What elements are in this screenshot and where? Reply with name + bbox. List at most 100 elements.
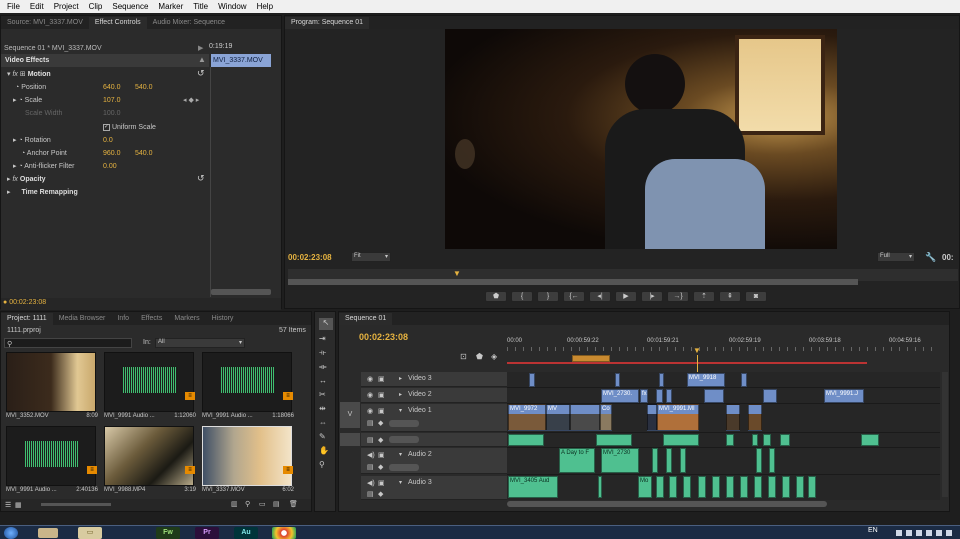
program-timecode[interactable]: 00:02:23:08 [288, 253, 332, 262]
timeline-clip[interactable] [726, 404, 740, 431]
expand-track-icon[interactable]: ▸ [399, 375, 402, 382]
audio-thumb[interactable] [6, 426, 96, 486]
antiflicker-value[interactable]: 0.00 [103, 160, 117, 173]
audio-thumb[interactable] [202, 352, 292, 412]
stopwatch-icon[interactable]: ◔ [21, 150, 25, 157]
keyframe-icon[interactable]: ◆ [378, 490, 383, 498]
audio-clip[interactable] [683, 476, 691, 498]
menu-clip[interactable]: Clip [84, 2, 108, 11]
audio-clip[interactable] [752, 434, 758, 446]
zoom-tool-icon[interactable]: ⚲ [319, 460, 325, 469]
in-dropdown[interactable]: All ▾ [155, 338, 245, 348]
project-item-thumb[interactable] [104, 426, 194, 486]
eye-icon[interactable]: ◉ [367, 391, 373, 399]
tab-audio-mixer[interactable]: Audio Mixer: Sequence [147, 17, 231, 29]
start-button-icon[interactable] [4, 527, 18, 539]
program-playhead-icon[interactable]: ▼ [453, 269, 461, 278]
timeline-clip[interactable]: MVI_2730. [601, 389, 639, 403]
audio-target-button[interactable] [340, 433, 360, 446]
play-icon[interactable]: ▶ [615, 291, 637, 302]
audio-clip[interactable] [726, 476, 734, 498]
timeline-clip[interactable] [529, 373, 535, 387]
extract-icon[interactable]: ⇞ [719, 291, 741, 302]
timeline-clip[interactable]: MVI_9918 [687, 373, 725, 387]
timeline-clip[interactable]: MVI_9991.MI [657, 404, 699, 431]
menu-file[interactable]: File [2, 2, 25, 11]
audio-clip[interactable] [698, 476, 706, 498]
list-view-icon[interactable]: ☰ [5, 501, 11, 509]
play-only-icon[interactable]: ▶ [198, 44, 206, 52]
go-to-out-icon[interactable]: →} [667, 291, 689, 302]
eye-icon[interactable]: ◉ [367, 375, 373, 383]
timeline-clip[interactable]: MVI_9972 [508, 404, 546, 431]
video-target-button[interactable]: V [340, 402, 360, 428]
eye-icon[interactable]: ◉ [367, 407, 373, 415]
playhead-icon[interactable]: ▼ [693, 346, 701, 355]
timeline-clip[interactable] [666, 389, 672, 403]
display-style-icon[interactable]: ▤ [367, 463, 374, 471]
keyframe-nav-control[interactable] [389, 420, 419, 427]
audio-clip[interactable] [768, 476, 776, 498]
timeline-clip[interactable]: Co [600, 404, 612, 431]
audio-clip[interactable]: Mo [638, 476, 652, 498]
scale-value[interactable]: 107.0 [103, 94, 121, 107]
tray-icons[interactable] [896, 530, 956, 536]
selection-tool-icon[interactable]: ↖ [319, 318, 333, 330]
timeline-clip[interactable] [656, 389, 663, 403]
stopwatch-icon[interactable]: ◔ [18, 97, 22, 104]
menu-title[interactable]: Title [188, 2, 213, 11]
audio-thumb[interactable] [104, 352, 194, 412]
timeline-clip[interactable] [748, 404, 762, 431]
tab-history[interactable]: History [206, 313, 240, 325]
go-to-in-icon[interactable]: {← [563, 291, 585, 302]
audio-clip[interactable] [666, 448, 672, 473]
audio-clip[interactable] [712, 476, 720, 498]
audio-clip[interactable] [756, 448, 762, 473]
tab-source[interactable]: Source: MVI_3337.MOV [1, 17, 89, 29]
ec-timecode[interactable]: 00:02:23:08 [9, 299, 46, 306]
expand-track-icon[interactable]: ▾ [399, 451, 402, 458]
folder-icon[interactable]: ▭ [78, 527, 102, 539]
wrench-icon[interactable]: 🔧 [925, 252, 936, 263]
audio-clip[interactable] [769, 448, 775, 473]
icon-view-icon[interactable]: ▦ [15, 501, 22, 509]
track-select-tool-icon[interactable]: ⇥ [319, 334, 326, 343]
timeline-clip[interactable] [763, 389, 777, 403]
new-bin-icon[interactable]: ▭ [259, 500, 266, 508]
timeline-clip[interactable]: fx [640, 389, 648, 403]
lock-icon[interactable]: ▣ [378, 391, 385, 399]
ec-zoom-scrollbar[interactable] [211, 289, 271, 295]
anchor-y[interactable]: 540.0 [135, 147, 153, 160]
file-explorer-icon[interactable] [38, 528, 58, 538]
keyframe-nav-control[interactable] [389, 464, 419, 471]
audio-clip[interactable] [796, 476, 804, 498]
stopwatch-icon[interactable]: ◔ [18, 137, 22, 144]
project-item-thumb[interactable] [6, 352, 96, 412]
razor-tool-icon[interactable]: ✂ [319, 390, 326, 399]
lift-icon[interactable]: ⇡ [693, 291, 715, 302]
stopwatch-icon[interactable]: ◔ [18, 163, 22, 170]
lock-icon[interactable]: ▣ [378, 375, 385, 383]
keyframe-nav-icon[interactable]: ◂ ◆ ▸ [183, 94, 199, 107]
audio-clip[interactable] [726, 434, 734, 446]
audio-clip[interactable] [669, 476, 677, 498]
snap-icon[interactable]: ⊡ [460, 352, 467, 361]
audio-clip[interactable] [861, 434, 879, 446]
expand-antiflicker-icon[interactable]: ▸ [13, 163, 17, 170]
expand-scale-icon[interactable]: ▸ [13, 97, 17, 104]
menu-edit[interactable]: Edit [25, 2, 49, 11]
step-back-icon[interactable]: ◂| [589, 291, 611, 302]
rotation-value[interactable]: 0.0 [103, 134, 113, 147]
keyframe-icon[interactable]: ◆ [378, 419, 383, 427]
fit-dropdown[interactable]: Fit ▾ [351, 252, 391, 262]
expand-track-icon[interactable]: ▾ [399, 479, 402, 486]
audio-clip[interactable] [808, 476, 816, 498]
project-item-thumb[interactable] [202, 426, 292, 486]
audio-clip[interactable] [663, 434, 699, 446]
expand-rotation-icon[interactable]: ▸ [13, 137, 17, 144]
ripple-edit-tool-icon[interactable]: ⟛ [319, 348, 326, 358]
quality-dropdown[interactable]: Full ▾ [877, 252, 915, 262]
expand-time-remap-icon[interactable]: ▸ [7, 189, 11, 196]
timeline-clip[interactable]: MV [546, 404, 570, 431]
lock-icon[interactable]: ▣ [378, 407, 385, 415]
